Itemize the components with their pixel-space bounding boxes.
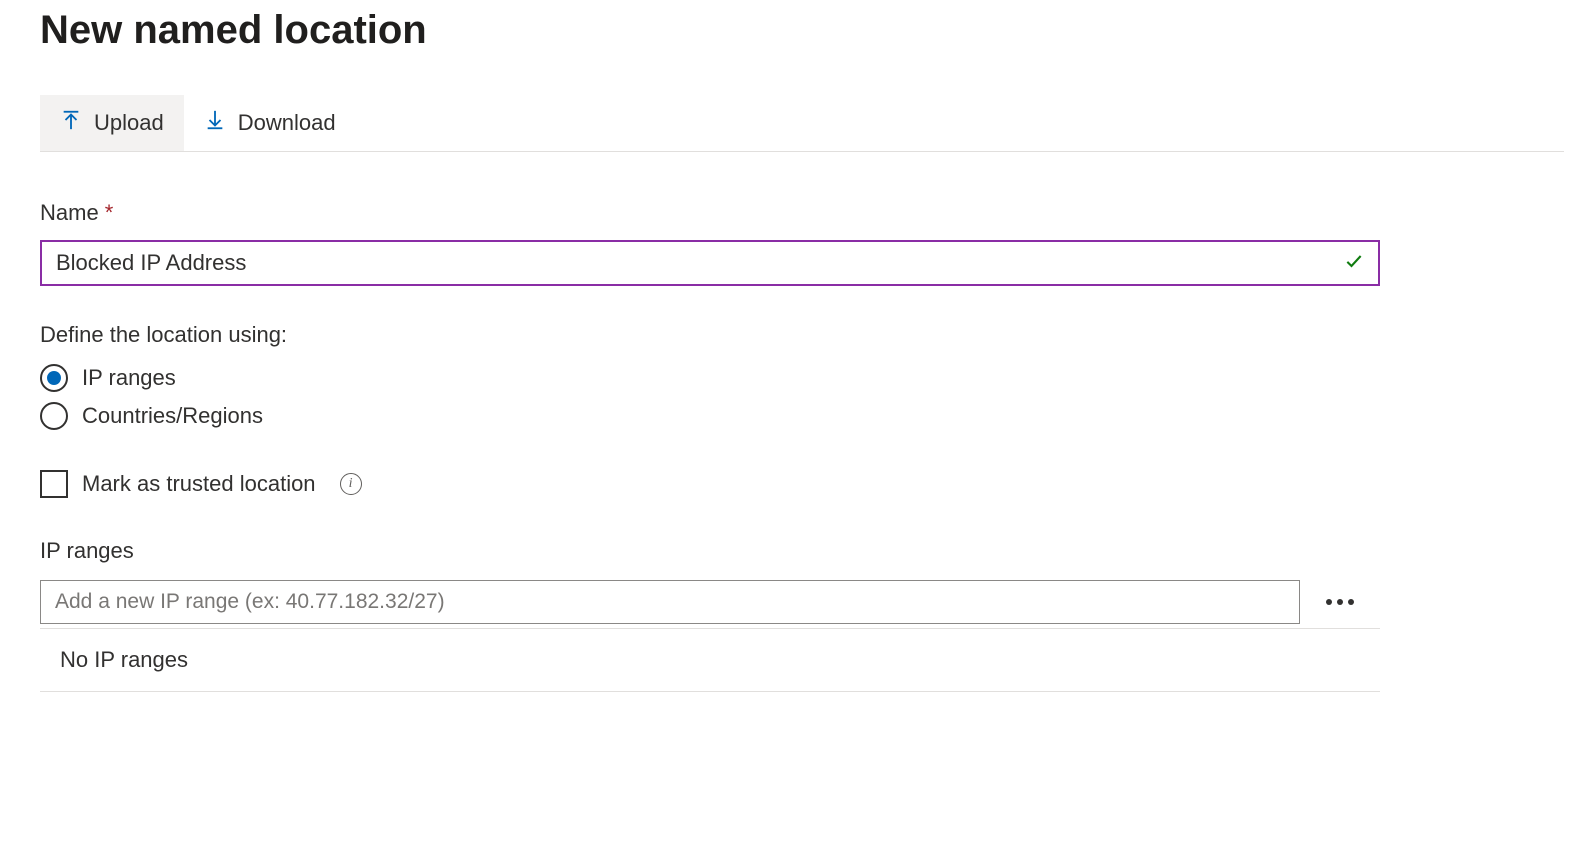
ip-ranges-list: No IP ranges — [40, 628, 1380, 692]
toolbar-btn-label: Download — [238, 110, 336, 136]
more-options-button[interactable] — [1320, 593, 1360, 611]
checkmark-icon — [1344, 251, 1364, 276]
ellipsis-icon — [1348, 599, 1354, 605]
download-icon — [204, 109, 226, 137]
download-button[interactable]: Download — [184, 95, 356, 151]
radio-ip-ranges[interactable]: IP ranges — [40, 364, 1380, 392]
required-asterisk: * — [105, 200, 114, 226]
ip-ranges-label: IP ranges — [40, 538, 1380, 564]
name-label-text: Name — [40, 200, 99, 226]
info-icon[interactable]: i — [340, 473, 362, 495]
define-location-label: Define the location using: — [40, 322, 1380, 348]
radio-icon — [40, 364, 68, 392]
radio-countries-regions[interactable]: Countries/Regions — [40, 402, 1380, 430]
toolbar-btn-label: Upload — [94, 110, 164, 136]
upload-button[interactable]: Upload — [40, 95, 184, 151]
radio-icon — [40, 402, 68, 430]
trusted-location-label: Mark as trusted location — [82, 471, 316, 497]
name-field-wrapper — [40, 240, 1380, 286]
name-label: Name * — [40, 200, 1380, 226]
page-title: New named location — [40, 8, 1564, 53]
trusted-location-row: Mark as trusted location i — [40, 470, 1380, 498]
toolbar: Upload Download — [40, 95, 1564, 152]
radio-label: IP ranges — [82, 365, 176, 391]
ellipsis-icon — [1326, 599, 1332, 605]
trusted-location-checkbox[interactable] — [40, 470, 68, 498]
ellipsis-icon — [1337, 599, 1343, 605]
name-input[interactable] — [56, 242, 1344, 284]
ip-range-input[interactable] — [40, 580, 1300, 624]
ip-ranges-empty-message: No IP ranges — [40, 629, 1380, 691]
upload-icon — [60, 109, 82, 137]
location-type-radio-group: IP ranges Countries/Regions — [40, 364, 1380, 430]
radio-label: Countries/Regions — [82, 403, 263, 429]
